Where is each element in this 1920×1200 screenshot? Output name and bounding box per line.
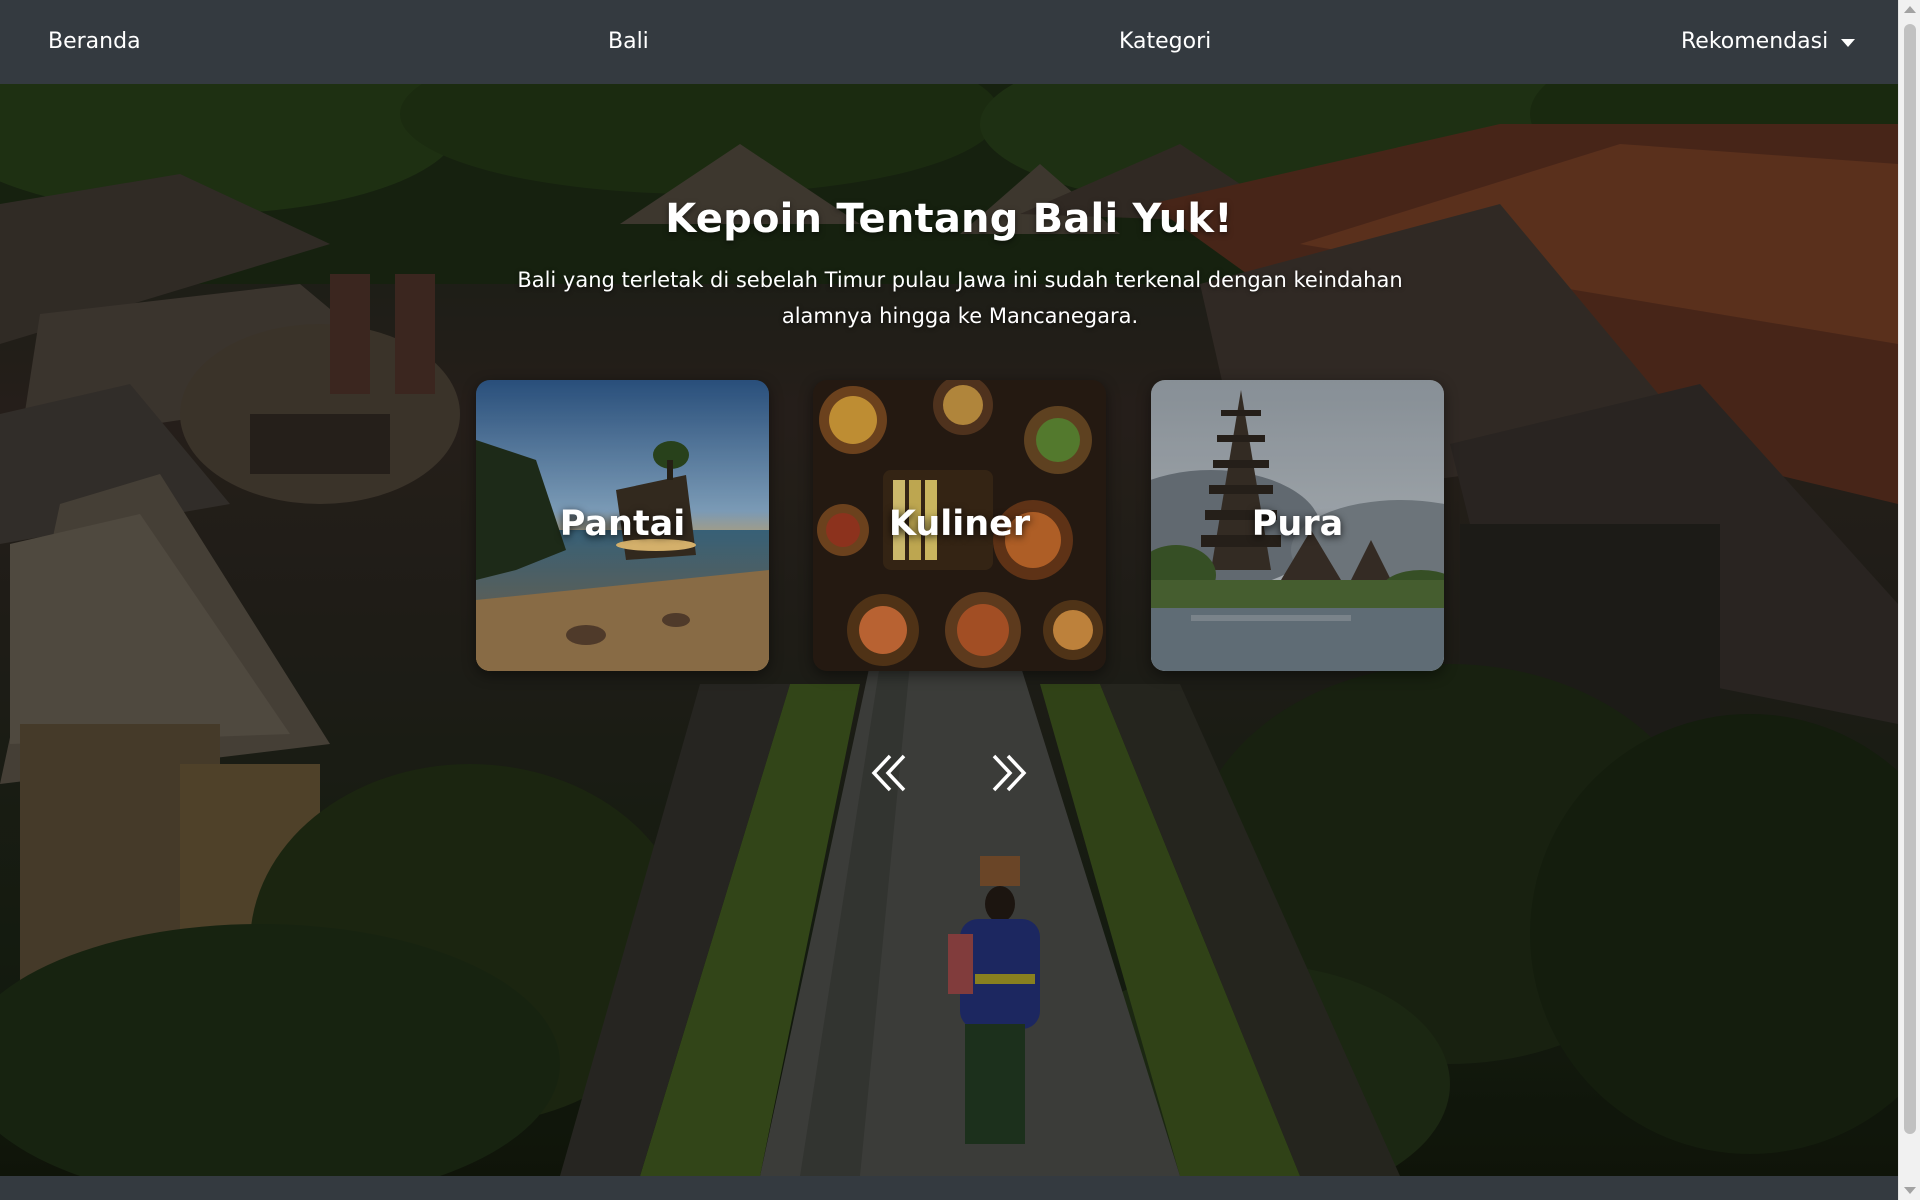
- category-card-kuliner[interactable]: Kuliner: [813, 380, 1106, 671]
- scrollbar-thumb[interactable]: [1904, 24, 1916, 1134]
- category-card-pantai[interactable]: Pantai: [476, 380, 769, 671]
- nav-link-bali[interactable]: Bali: [608, 29, 649, 54]
- footer-strip: [0, 1176, 1898, 1200]
- scroll-down-icon[interactable]: [1904, 1187, 1916, 1194]
- double-chevron-left-icon: [871, 754, 906, 792]
- nav-dropdown-label: Rekomendasi: [1681, 29, 1829, 54]
- carousel-prev-button[interactable]: [866, 748, 916, 798]
- page-title: Kepoin Tentang Bali Yuk!: [665, 196, 1233, 242]
- card-label-kuliner: Kuliner: [888, 504, 1031, 544]
- caret-down-icon: [1841, 38, 1856, 47]
- card-label-pantai: Pantai: [559, 504, 686, 544]
- nav-link-beranda[interactable]: Beranda: [48, 29, 141, 54]
- category-card-pura[interactable]: Pura: [1151, 380, 1444, 671]
- nav-link-kategori[interactable]: Kategori: [1119, 29, 1211, 54]
- page-subtitle: Bali yang terletak di sebelah Timur pula…: [517, 268, 1403, 328]
- scroll-up-icon[interactable]: [1904, 6, 1916, 13]
- nav-dropdown-rekomendasi[interactable]: Rekomendasi: [1681, 29, 1856, 54]
- card-label-pura: Pura: [1251, 504, 1344, 544]
- double-chevron-right-icon: [992, 754, 1027, 792]
- carousel-next-button[interactable]: [982, 748, 1032, 798]
- top-navbar: Beranda Bali Kategori Rekomendasi: [0, 0, 1898, 84]
- vertical-scrollbar[interactable]: [1898, 0, 1920, 1200]
- page: Beranda Bali Kategori Rekomendasi Kepoin…: [0, 0, 1920, 1200]
